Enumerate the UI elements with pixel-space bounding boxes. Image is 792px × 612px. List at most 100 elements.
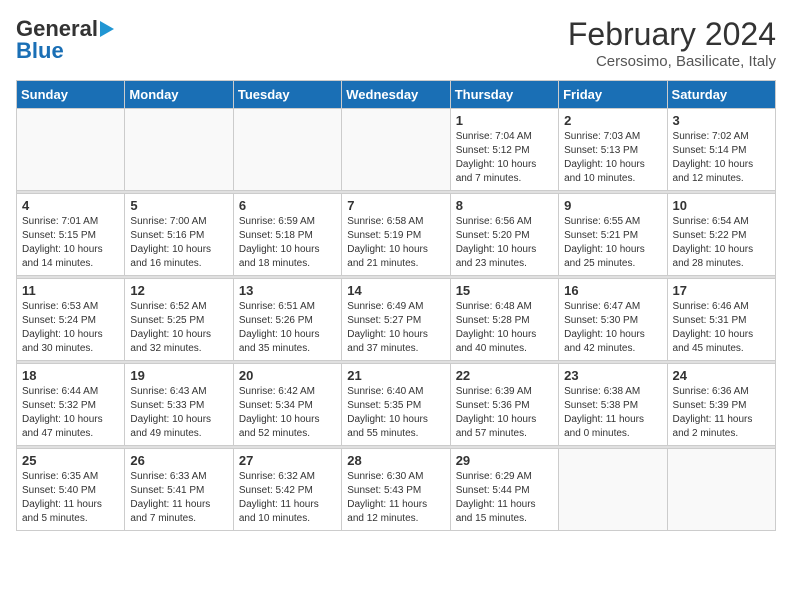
day-info: Sunrise: 6:33 AM Sunset: 5:41 PM Dayligh… xyxy=(130,470,227,526)
day-number: 11 xyxy=(22,283,119,298)
logo: General Blue xyxy=(16,16,114,64)
day-number: 27 xyxy=(239,453,336,468)
day-number: 8 xyxy=(456,198,553,213)
day-info: Sunrise: 7:02 AM Sunset: 5:14 PM Dayligh… xyxy=(673,130,770,186)
calendar-day-cell: 27 Sunrise: 6:32 AM Sunset: 5:42 PM Dayli… xyxy=(233,449,341,531)
calendar-day-cell: 1Sunrise: 7:04 AM Sunset: 5:12 PM Daylig… xyxy=(450,109,558,191)
day-number: 16 xyxy=(564,283,661,298)
day-number: 6 xyxy=(239,198,336,213)
day-info: Sunrise: 7:01 AM Sunset: 5:15 PM Dayligh… xyxy=(22,215,119,271)
day-info: Sunrise: 6:42 AM Sunset: 5:34 PM Dayligh… xyxy=(239,385,336,441)
calendar-week-row: 25 Sunrise: 6:35 AM Sunset: 5:40 PM Dayli… xyxy=(17,449,776,531)
calendar-day-cell: 24Sunrise: 6:36 AM Sunset: 5:39 PM Dayli… xyxy=(667,364,775,446)
day-info: Sunrise: 7:03 AM Sunset: 5:13 PM Dayligh… xyxy=(564,130,661,186)
day-info: Sunrise: 6:38 AM Sunset: 5:38 PM Dayligh… xyxy=(564,385,661,441)
month-title: February 2024 xyxy=(568,16,776,53)
day-number: 22 xyxy=(456,368,553,383)
calendar-day-cell: 2 Sunrise: 7:03 AM Sunset: 5:13 PM Daylig… xyxy=(559,109,667,191)
weekday-header-cell: Sunday xyxy=(17,81,125,109)
calendar-day-cell xyxy=(233,109,341,191)
day-number: 2 xyxy=(564,113,661,128)
day-info: Sunrise: 6:52 AM Sunset: 5:25 PM Dayligh… xyxy=(130,300,227,356)
day-number: 5 xyxy=(130,198,227,213)
day-number: 17 xyxy=(673,283,770,298)
weekday-header-cell: Friday xyxy=(559,81,667,109)
page-header: General Blue February 2024 Cersosimo, Ba… xyxy=(16,16,776,70)
weekday-header-cell: Saturday xyxy=(667,81,775,109)
calendar-day-cell: 21 Sunrise: 6:40 AM Sunset: 5:35 PM Dayli… xyxy=(342,364,450,446)
calendar-day-cell: 6 Sunrise: 6:59 AM Sunset: 5:18 PM Daylig… xyxy=(233,194,341,276)
day-number: 18 xyxy=(22,368,119,383)
day-info: Sunrise: 6:39 AM Sunset: 5:36 PM Dayligh… xyxy=(456,385,553,441)
calendar-day-cell xyxy=(559,449,667,531)
day-info: Sunrise: 6:58 AM Sunset: 5:19 PM Dayligh… xyxy=(347,215,444,271)
calendar-day-cell: 4Sunrise: 7:01 AM Sunset: 5:15 PM Daylig… xyxy=(17,194,125,276)
day-number: 9 xyxy=(564,198,661,213)
day-info: Sunrise: 6:55 AM Sunset: 5:21 PM Dayligh… xyxy=(564,215,661,271)
day-number: 25 xyxy=(22,453,119,468)
weekday-header-row: SundayMondayTuesdayWednesdayThursdayFrid… xyxy=(17,81,776,109)
day-number: 12 xyxy=(130,283,227,298)
location-title: Cersosimo, Basilicate, Italy xyxy=(568,53,776,70)
day-info: Sunrise: 6:32 AM Sunset: 5:42 PM Dayligh… xyxy=(239,470,336,526)
day-info: Sunrise: 6:40 AM Sunset: 5:35 PM Dayligh… xyxy=(347,385,444,441)
day-info: Sunrise: 6:47 AM Sunset: 5:30 PM Dayligh… xyxy=(564,300,661,356)
day-number: 28 xyxy=(347,453,444,468)
day-info: Sunrise: 6:35 AM Sunset: 5:40 PM Dayligh… xyxy=(22,470,119,526)
day-info: Sunrise: 6:53 AM Sunset: 5:24 PM Dayligh… xyxy=(22,300,119,356)
calendar-day-cell: 17 Sunrise: 6:46 AM Sunset: 5:31 PM Dayli… xyxy=(667,279,775,361)
calendar-day-cell: 26 Sunrise: 6:33 AM Sunset: 5:41 PM Dayli… xyxy=(125,449,233,531)
day-info: Sunrise: 6:43 AM Sunset: 5:33 PM Dayligh… xyxy=(130,385,227,441)
calendar-day-cell: 25 Sunrise: 6:35 AM Sunset: 5:40 PM Dayli… xyxy=(17,449,125,531)
day-number: 19 xyxy=(130,368,227,383)
calendar-day-cell: 3Sunrise: 7:02 AM Sunset: 5:14 PM Daylig… xyxy=(667,109,775,191)
calendar-day-cell: 20 Sunrise: 6:42 AM Sunset: 5:34 PM Dayli… xyxy=(233,364,341,446)
calendar-day-cell xyxy=(667,449,775,531)
day-number: 26 xyxy=(130,453,227,468)
day-info: Sunrise: 7:04 AM Sunset: 5:12 PM Dayligh… xyxy=(456,130,553,186)
calendar-day-cell: 11 Sunrise: 6:53 AM Sunset: 5:24 PM Dayli… xyxy=(17,279,125,361)
day-info: Sunrise: 6:56 AM Sunset: 5:20 PM Dayligh… xyxy=(456,215,553,271)
day-number: 15 xyxy=(456,283,553,298)
day-info: Sunrise: 6:44 AM Sunset: 5:32 PM Dayligh… xyxy=(22,385,119,441)
day-number: 29 xyxy=(456,453,553,468)
day-info: Sunrise: 6:59 AM Sunset: 5:18 PM Dayligh… xyxy=(239,215,336,271)
weekday-header-cell: Wednesday xyxy=(342,81,450,109)
calendar-week-row: 4Sunrise: 7:01 AM Sunset: 5:15 PM Daylig… xyxy=(17,194,776,276)
calendar-day-cell xyxy=(342,109,450,191)
calendar-day-cell: 19 Sunrise: 6:43 AM Sunset: 5:33 PM Dayli… xyxy=(125,364,233,446)
day-number: 21 xyxy=(347,368,444,383)
logo-blue: Blue xyxy=(16,38,64,64)
day-number: 20 xyxy=(239,368,336,383)
calendar-day-cell xyxy=(17,109,125,191)
calendar-day-cell: 22 Sunrise: 6:39 AM Sunset: 5:36 PM Dayli… xyxy=(450,364,558,446)
calendar-day-cell: 15Sunrise: 6:48 AM Sunset: 5:28 PM Dayli… xyxy=(450,279,558,361)
calendar-day-cell: 7Sunrise: 6:58 AM Sunset: 5:19 PM Daylig… xyxy=(342,194,450,276)
calendar-table: SundayMondayTuesdayWednesdayThursdayFrid… xyxy=(16,80,776,531)
calendar-day-cell: 9 Sunrise: 6:55 AM Sunset: 5:21 PM Daylig… xyxy=(559,194,667,276)
calendar-day-cell xyxy=(125,109,233,191)
calendar-day-cell: 29 Sunrise: 6:29 AM Sunset: 5:44 PM Dayli… xyxy=(450,449,558,531)
calendar-day-cell: 12 Sunrise: 6:52 AM Sunset: 5:25 PM Dayli… xyxy=(125,279,233,361)
day-number: 13 xyxy=(239,283,336,298)
day-number: 10 xyxy=(673,198,770,213)
weekday-header-cell: Monday xyxy=(125,81,233,109)
calendar-day-cell: 18 Sunrise: 6:44 AM Sunset: 5:32 PM Dayli… xyxy=(17,364,125,446)
weekday-header-cell: Tuesday xyxy=(233,81,341,109)
calendar-day-cell: 10Sunrise: 6:54 AM Sunset: 5:22 PM Dayli… xyxy=(667,194,775,276)
calendar-day-cell: 23 Sunrise: 6:38 AM Sunset: 5:38 PM Dayli… xyxy=(559,364,667,446)
calendar-week-row: 1Sunrise: 7:04 AM Sunset: 5:12 PM Daylig… xyxy=(17,109,776,191)
day-info: Sunrise: 6:46 AM Sunset: 5:31 PM Dayligh… xyxy=(673,300,770,356)
calendar-day-cell: 8 Sunrise: 6:56 AM Sunset: 5:20 PM Daylig… xyxy=(450,194,558,276)
day-number: 23 xyxy=(564,368,661,383)
calendar-day-cell: 14Sunrise: 6:49 AM Sunset: 5:27 PM Dayli… xyxy=(342,279,450,361)
calendar-day-cell: 16 Sunrise: 6:47 AM Sunset: 5:30 PM Dayli… xyxy=(559,279,667,361)
calendar-day-cell: 28 Sunrise: 6:30 AM Sunset: 5:43 PM Dayli… xyxy=(342,449,450,531)
day-info: Sunrise: 6:29 AM Sunset: 5:44 PM Dayligh… xyxy=(456,470,553,526)
day-info: Sunrise: 7:00 AM Sunset: 5:16 PM Dayligh… xyxy=(130,215,227,271)
day-info: Sunrise: 6:49 AM Sunset: 5:27 PM Dayligh… xyxy=(347,300,444,356)
day-info: Sunrise: 6:30 AM Sunset: 5:43 PM Dayligh… xyxy=(347,470,444,526)
calendar-day-cell: 5 Sunrise: 7:00 AM Sunset: 5:16 PM Daylig… xyxy=(125,194,233,276)
calendar-day-cell: 13Sunrise: 6:51 AM Sunset: 5:26 PM Dayli… xyxy=(233,279,341,361)
weekday-header-cell: Thursday xyxy=(450,81,558,109)
